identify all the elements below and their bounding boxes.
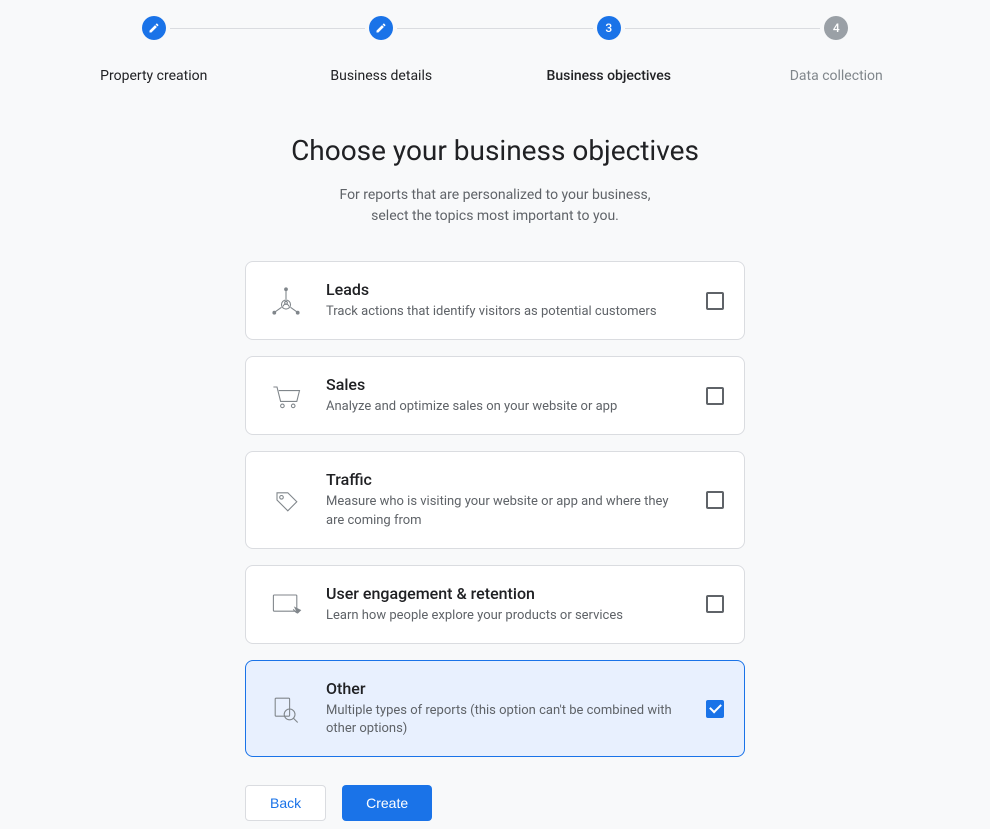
- objective-card-traffic[interactable]: Traffic Measure who is visiting your web…: [245, 451, 745, 548]
- page-subtitle: For reports that are personalized to you…: [215, 185, 775, 227]
- checkbox-engagement[interactable]: [706, 595, 724, 613]
- step-business-details[interactable]: Business details: [268, 16, 496, 84]
- step-label: Business objectives: [546, 68, 671, 84]
- step-number: 4: [824, 16, 848, 40]
- objectives-list: Leads Track actions that identify visito…: [245, 261, 745, 757]
- objective-title: Leads: [326, 280, 686, 299]
- magnify-icon: [266, 689, 306, 729]
- objective-card-other[interactable]: Other Multiple types of reports (this op…: [245, 660, 745, 757]
- main-content: Choose your business objectives For repo…: [215, 134, 775, 821]
- step-label: Business details: [330, 68, 432, 84]
- screen-icon: [266, 584, 306, 624]
- page-title: Choose your business objectives: [215, 134, 775, 167]
- pencil-icon: [369, 16, 393, 40]
- objective-desc: Track actions that identify visitors as …: [326, 303, 686, 321]
- step-business-objectives[interactable]: 3 Business objectives: [495, 16, 723, 84]
- checkbox-sales[interactable]: [706, 387, 724, 405]
- objective-card-leads[interactable]: Leads Track actions that identify visito…: [245, 261, 745, 340]
- step-data-collection[interactable]: 4 Data collection: [723, 16, 951, 84]
- objective-desc: Multiple types of reports (this option c…: [326, 702, 686, 738]
- step-number: 3: [597, 16, 621, 40]
- create-button[interactable]: Create: [342, 785, 432, 821]
- objective-title: Other: [326, 679, 686, 698]
- objective-desc: Measure who is visiting your website or …: [326, 493, 686, 529]
- checkbox-leads[interactable]: [706, 292, 724, 310]
- checkbox-traffic[interactable]: [706, 491, 724, 509]
- back-button[interactable]: Back: [245, 785, 326, 821]
- stepper: Property creation Business details 3 Bus…: [0, 0, 990, 84]
- objective-title: User engagement & retention: [326, 584, 686, 603]
- step-property-creation[interactable]: Property creation: [40, 16, 268, 84]
- objective-title: Traffic: [326, 470, 686, 489]
- step-label: Data collection: [790, 68, 883, 84]
- tag-icon: [266, 480, 306, 520]
- button-row: Back Create: [245, 785, 745, 821]
- objective-title: Sales: [326, 375, 686, 394]
- pencil-icon: [142, 16, 166, 40]
- objective-card-engagement[interactable]: User engagement & retention Learn how pe…: [245, 565, 745, 644]
- step-label: Property creation: [100, 68, 207, 84]
- checkbox-other[interactable]: [706, 700, 724, 718]
- objective-desc: Learn how people explore your products o…: [326, 607, 686, 625]
- leads-icon: [266, 281, 306, 321]
- objective-desc: Analyze and optimize sales on your websi…: [326, 398, 686, 416]
- objective-card-sales[interactable]: Sales Analyze and optimize sales on your…: [245, 356, 745, 435]
- cart-icon: [266, 376, 306, 416]
